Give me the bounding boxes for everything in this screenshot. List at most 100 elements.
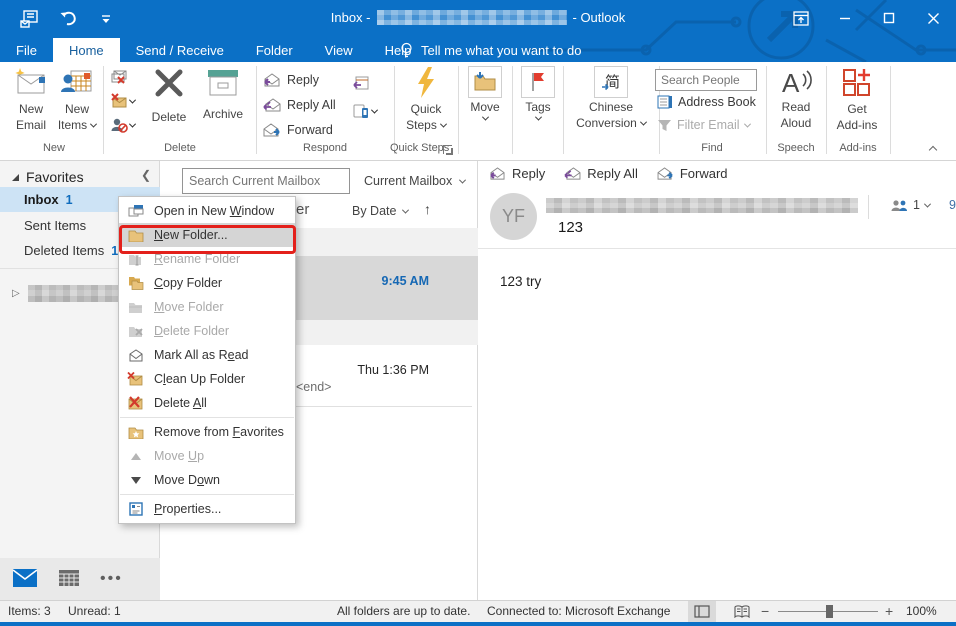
delete-button[interactable]: Delete xyxy=(144,66,194,124)
collapsed-triangle-icon: ▷ xyxy=(12,288,20,299)
menu-new-folder[interactable]: New Folder... xyxy=(119,223,295,247)
tab-send-receive[interactable]: Send / Receive xyxy=(120,38,240,62)
chinese-label-2: Conversion xyxy=(576,116,637,130)
rename-folder-icon xyxy=(127,251,144,268)
minimize-button[interactable] xyxy=(830,4,860,32)
new-items-button[interactable]: New Items xyxy=(54,66,100,132)
chevron-down-icon xyxy=(743,120,750,127)
copy-folder-icon xyxy=(127,275,144,292)
menu-properties[interactable]: Properties... xyxy=(119,497,295,521)
chevron-down-icon xyxy=(90,120,97,127)
message-body: 123 try xyxy=(500,274,541,289)
group-separator xyxy=(458,66,459,154)
mail-nav-button[interactable] xyxy=(12,568,38,591)
tab-home[interactable]: Home xyxy=(53,38,120,62)
delete-icon xyxy=(152,66,186,100)
search-input[interactable] xyxy=(183,174,356,188)
filter-email-label: Filter Email xyxy=(677,118,740,132)
clipped-time-fragment: 9 xyxy=(949,198,956,212)
ribbon-display-options-icon[interactable] xyxy=(786,4,816,32)
chevron-down-icon xyxy=(534,114,541,121)
menu-copy-folder[interactable]: Copy Folder xyxy=(119,271,295,295)
new-email-button[interactable]: New Email xyxy=(8,66,54,132)
reply-all-button[interactable]: Reply All xyxy=(262,95,336,115)
move-button[interactable]: Move xyxy=(462,66,508,121)
forward-button[interactable]: Forward xyxy=(262,120,336,140)
recipient-count[interactable]: 1 xyxy=(890,198,930,212)
clean-up-icon xyxy=(110,93,128,109)
avatar[interactable]: YF xyxy=(490,193,537,240)
outlook-window: Inbox - - Outlook xyxy=(0,0,956,626)
group-label-find: Find xyxy=(659,142,765,154)
menu-clean-up-folder[interactable]: Clean Up Folder xyxy=(119,367,295,391)
reply-action[interactable]: Reply xyxy=(488,166,545,181)
sync-status: All folders are up to date. xyxy=(337,604,470,618)
address-book-icon xyxy=(657,95,673,109)
more-nav-button[interactable]: ••• xyxy=(100,570,123,588)
group-separator xyxy=(512,66,513,154)
normal-view-icon xyxy=(694,605,710,618)
meeting-icon xyxy=(352,75,370,91)
tab-folder[interactable]: Folder xyxy=(240,38,309,62)
chevron-down-icon xyxy=(459,176,466,183)
sort-dropdown[interactable]: By Date xyxy=(352,204,408,218)
header: Inbox - - Outlook xyxy=(0,0,956,62)
get-addins-button[interactable]: Get Add-ins xyxy=(830,66,884,132)
tags-button[interactable]: Tags xyxy=(516,66,560,121)
reply-button[interactable]: Reply xyxy=(262,70,336,90)
meeting-button[interactable] xyxy=(352,74,377,92)
zoom-out-button[interactable]: − xyxy=(761,603,769,619)
normal-view-button[interactable] xyxy=(688,601,716,622)
chinese-conversion-button[interactable]: 简 Chinese Conversion xyxy=(567,66,655,130)
archive-button[interactable]: Archive xyxy=(196,66,250,121)
menu-mark-all-as-read[interactable]: Mark All as Read xyxy=(119,343,295,367)
maximize-button[interactable] xyxy=(874,4,904,32)
tab-view[interactable]: View xyxy=(309,38,369,62)
recipient-count-value: 1 xyxy=(913,198,920,212)
zoom-level[interactable]: 100% xyxy=(906,604,937,618)
forward-action[interactable]: Forward xyxy=(656,166,728,181)
menu-open-in-new-window[interactable]: Open in New Window xyxy=(119,199,295,223)
message-time: Thu 1:36 PM xyxy=(357,363,429,377)
sort-direction-icon[interactable]: ↑ xyxy=(424,201,431,217)
quick-steps-button[interactable]: Quick Steps xyxy=(398,66,454,132)
clean-up-button[interactable] xyxy=(110,92,135,110)
zoom-slider-handle[interactable] xyxy=(826,605,833,618)
divider xyxy=(478,248,956,249)
chinese-conversion-icon: 简 xyxy=(599,70,623,94)
filter-email-button[interactable]: Filter Email xyxy=(657,118,750,132)
reading-view-button[interactable] xyxy=(728,601,756,622)
reply-all-action[interactable]: Reply All xyxy=(563,166,638,181)
reply-action-label: Reply xyxy=(512,166,545,181)
scope-dropdown[interactable]: Current Mailbox xyxy=(356,168,473,194)
close-button[interactable] xyxy=(918,4,948,32)
header-text-fragment: er xyxy=(296,201,309,218)
chevron-down-icon xyxy=(129,96,136,103)
search-people-input[interactable] xyxy=(655,69,757,91)
junk-button[interactable] xyxy=(110,116,135,134)
read-aloud-button[interactable]: A Read Aloud xyxy=(770,66,822,130)
collapse-ribbon-icon[interactable] xyxy=(929,146,937,154)
tell-me-label: Tell me what you want to do xyxy=(421,43,581,58)
move-icon xyxy=(473,71,497,93)
search-box[interactable] xyxy=(182,168,350,194)
move-down-icon xyxy=(127,472,144,489)
calendar-nav-button[interactable] xyxy=(58,568,80,591)
menu-remove-from-favorites[interactable]: Remove from Favorites xyxy=(119,420,295,444)
people-icon xyxy=(890,199,908,212)
tab-file[interactable]: File xyxy=(0,38,53,62)
group-label-quick-steps: Quick Steps xyxy=(390,142,448,154)
im-button[interactable] xyxy=(352,102,377,120)
move-label: Move xyxy=(470,100,499,114)
zoom-in-button[interactable]: + xyxy=(885,603,893,619)
lightbulb-icon xyxy=(400,42,413,59)
favorites-header[interactable]: Favorites xyxy=(12,169,84,185)
tell-me-box[interactable]: Tell me what you want to do xyxy=(400,38,581,62)
ignore-button[interactable] xyxy=(110,68,135,86)
menu-delete-all[interactable]: Delete All xyxy=(119,391,295,415)
menu-separator xyxy=(120,417,294,418)
menu-move-down[interactable]: Move Down xyxy=(119,468,295,492)
address-book-button[interactable]: Address Book xyxy=(657,95,756,109)
quick-steps-dialog-launcher-icon[interactable] xyxy=(443,145,452,154)
collapse-pane-icon[interactable]: ❮ xyxy=(141,168,151,182)
